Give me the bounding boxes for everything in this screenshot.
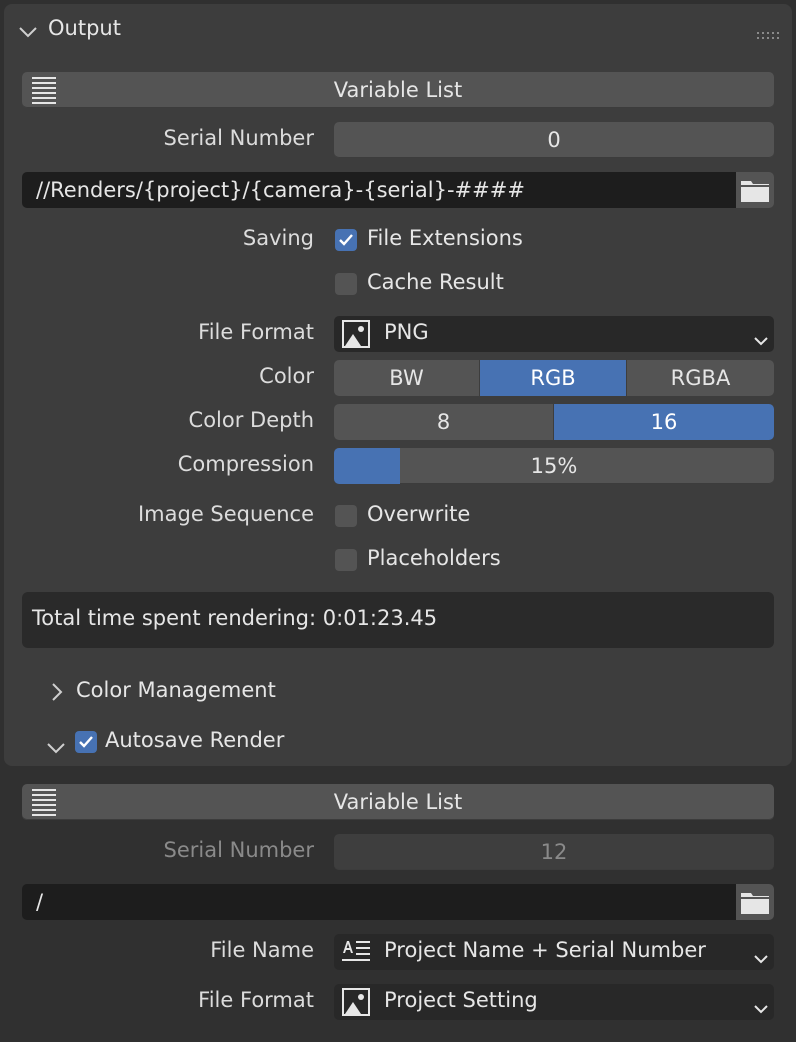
color-management-title: Color Management (76, 678, 276, 702)
chevron-down-icon (754, 946, 768, 970)
color-depth-option-8[interactable]: 8 (334, 404, 553, 440)
color-option-bw[interactable]: BW (334, 360, 479, 396)
overwrite-label[interactable]: Overwrite (367, 502, 470, 526)
autosave-path-input[interactable]: / (22, 884, 736, 920)
image-icon (342, 988, 370, 1021)
chevron-down-icon (754, 996, 768, 1020)
variable-list-button[interactable]: Variable List (22, 72, 774, 108)
cache-result-label[interactable]: Cache Result (367, 270, 504, 294)
placeholders-checkbox[interactable] (335, 549, 357, 571)
text-align-icon (342, 939, 370, 970)
color-option-rgb[interactable]: RGB (480, 360, 626, 396)
autosave-file-format-value: Project Setting (384, 988, 538, 1012)
panel-title: Output (48, 16, 121, 40)
color-management-header[interactable]: Color Management (40, 672, 760, 712)
overwrite-checkbox[interactable] (335, 505, 357, 527)
image-sequence-label: Image Sequence (137, 502, 314, 526)
variable-list-label: Variable List (333, 78, 463, 102)
autosave-render-checkbox[interactable] (75, 731, 97, 753)
saving-label: Saving (242, 226, 314, 250)
compression-label: Compression (177, 452, 314, 476)
file-name-label: File Name (210, 938, 314, 962)
autosave-file-format-dropdown[interactable]: Project Setting (334, 984, 774, 1020)
file-name-dropdown[interactable]: Project Name + Serial Number (334, 934, 774, 970)
browse-folder-button[interactable] (736, 172, 774, 208)
file-extensions-checkbox[interactable] (335, 229, 357, 251)
compression-slider-fill (334, 448, 400, 484)
output-panel-header[interactable]: Output (0, 0, 796, 58)
list-icon (32, 76, 56, 115)
file-name-value: Project Name + Serial Number (384, 938, 706, 962)
autosave-file-format-label: File Format (198, 988, 314, 1012)
chevron-down-icon (18, 20, 38, 44)
folder-icon (740, 889, 770, 920)
autosave-serial-number-label: Serial Number (163, 838, 314, 862)
serial-number-field[interactable]: 0 (334, 122, 774, 158)
chevron-down-icon (754, 328, 768, 352)
output-path-input[interactable]: //Renders/{project}/{camera}-{serial}-##… (22, 172, 736, 208)
render-time-info: Total time spent rendering: 0:01:23.45 (22, 592, 774, 648)
color-depth-label: Color Depth (188, 408, 314, 432)
drag-handle-icon[interactable] (756, 22, 780, 46)
color-label: Color (259, 364, 314, 388)
color-option-rgba[interactable]: RGBA (627, 360, 774, 396)
autosave-render-title: Autosave Render (105, 728, 285, 752)
autosave-variable-list-button[interactable]: Variable List (22, 784, 774, 820)
autosave-serial-number-field: 12 (334, 834, 774, 870)
file-format-dropdown[interactable]: PNG (334, 316, 774, 352)
serial-number-label: Serial Number (163, 126, 314, 150)
file-format-value: PNG (384, 320, 429, 344)
autosave-variable-list-label: Variable List (333, 790, 463, 814)
file-format-label: File Format (198, 320, 314, 344)
autosave-browse-folder-button[interactable] (736, 884, 774, 920)
folder-icon (740, 177, 770, 208)
file-extensions-label[interactable]: File Extensions (367, 226, 523, 250)
color-depth-option-16[interactable]: 16 (554, 404, 774, 440)
list-icon (32, 788, 56, 827)
placeholders-label[interactable]: Placeholders (367, 546, 501, 570)
image-icon (342, 320, 370, 353)
render-time-text: Total time spent rendering: 0:01:23.45 (32, 606, 438, 630)
compression-slider[interactable]: 15% (334, 448, 774, 484)
chevron-down-icon (46, 736, 66, 760)
chevron-right-icon (50, 682, 64, 707)
cache-result-checkbox[interactable] (335, 273, 357, 295)
compression-value: 15% (530, 454, 578, 478)
